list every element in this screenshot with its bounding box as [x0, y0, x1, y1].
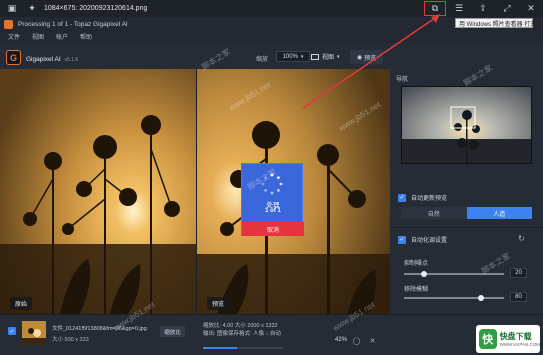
- site-subtitle: WWW.KKPAN.COM: [499, 342, 540, 347]
- annotation-arrow: [302, 14, 440, 109]
- site-title: 快盘下载: [499, 332, 532, 341]
- site-logo: 快: [479, 329, 497, 349]
- site-badge: 快 快盘下载 WWW.KKPAN.COM: [476, 325, 540, 353]
- screenshot-root: ▣ ✦ 1084×675: 20200923120614.png ⧉ ☰ ⇪ ⤢…: [0, 0, 543, 355]
